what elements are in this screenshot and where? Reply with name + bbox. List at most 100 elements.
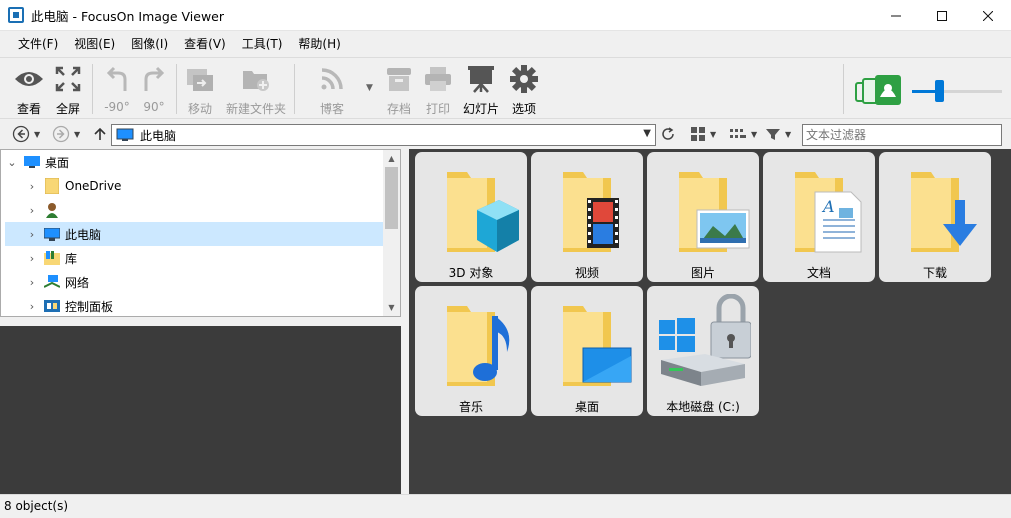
chevron-right-icon[interactable]: › [25, 228, 39, 241]
zoom-slider-thumb[interactable] [935, 80, 944, 102]
new-folder-icon [239, 62, 273, 96]
chevron-right-icon[interactable]: › [25, 276, 39, 289]
slideshow-label: 幻灯片 [462, 102, 499, 116]
menu-browse[interactable]: 查看(V) [176, 33, 234, 55]
move-icon [183, 62, 217, 96]
documents-folder-icon: A [771, 160, 867, 260]
move-button[interactable]: 移动 [178, 62, 222, 117]
fullscreen-button[interactable]: 全屏 [46, 62, 90, 117]
rotate-right-icon [137, 62, 171, 96]
tree-item-label: 此电脑 [65, 227, 102, 242]
rotate-right-button[interactable]: 90° [132, 62, 176, 114]
chevron-down-icon[interactable]: ⌄ [5, 156, 19, 169]
computer-icon [116, 128, 134, 141]
refresh-icon [662, 127, 674, 140]
scroll-down-icon[interactable]: ▼ [383, 299, 400, 316]
archive-button[interactable]: 存档 [377, 62, 421, 117]
chevron-right-icon[interactable]: › [25, 180, 39, 193]
refresh-button[interactable] [660, 124, 676, 144]
tree-item-libraries[interactable]: › 库 [25, 246, 383, 270]
tree-item-user[interactable]: › [25, 198, 383, 222]
back-dropdown-icon[interactable]: ▼ [34, 130, 40, 139]
grid-item-label: 文档 [806, 266, 831, 280]
tree-item-label: OneDrive [65, 179, 122, 193]
tree-item-label: 网络 [65, 275, 90, 290]
menu-tools[interactable]: 工具(T) [234, 33, 291, 55]
text-filter-input[interactable] [802, 124, 1002, 146]
path-dropdown-icon[interactable]: ▼ [643, 128, 651, 139]
menu-help[interactable]: 帮助(H) [290, 33, 348, 55]
gear-icon [507, 62, 541, 96]
back-button[interactable]: ▼ [12, 124, 40, 144]
filter-button[interactable]: ▼ [765, 124, 791, 144]
scrollbar-thumb[interactable] [385, 167, 398, 229]
maximize-button[interactable] [919, 0, 965, 31]
menu-image[interactable]: 图像(I) [123, 33, 176, 55]
sort-button[interactable]: ▼ [729, 124, 757, 144]
close-button[interactable] [965, 0, 1011, 31]
preview-pane [0, 326, 403, 494]
grid-item-desktop[interactable]: 桌面 [531, 286, 643, 416]
slideshow-icon [464, 62, 498, 96]
computer-icon [43, 226, 61, 242]
blog-dropdown-icon[interactable]: ▼ [366, 83, 373, 93]
view-button[interactable]: 查看 [7, 62, 51, 117]
tree-item-desktop[interactable]: ⌄ 桌面 [5, 150, 383, 174]
sort-dropdown-icon[interactable]: ▼ [751, 130, 757, 139]
svg-text:A: A [821, 197, 835, 216]
grid-item-label: 视频 [574, 266, 599, 280]
thumbnail-size-icon[interactable] [855, 73, 905, 110]
3d-objects-icon [423, 160, 519, 260]
new-folder-button[interactable]: 新建文件夹 [225, 62, 287, 117]
tree-item-network[interactable]: › 网络 [25, 270, 383, 294]
blog-button[interactable]: 博客 [310, 62, 354, 117]
status-text: 8 object(s) [4, 499, 69, 513]
view-mode-button[interactable]: ▼ [690, 124, 716, 144]
chevron-right-icon[interactable]: › [25, 252, 39, 265]
grid-item-videos[interactable]: 视频 [531, 152, 643, 282]
folder-icon [43, 178, 61, 194]
path-input[interactable]: 此电脑 ▼ [111, 124, 656, 146]
archive-icon [382, 62, 416, 96]
menu-view[interactable]: 视图(E) [66, 33, 123, 55]
grid-item-downloads[interactable]: 下载 [879, 152, 991, 282]
tree-item-control-panel[interactable]: › 控制面板 [25, 294, 383, 316]
grid-item-pictures[interactable]: 图片 [647, 152, 759, 282]
pane-splitter[interactable] [0, 317, 401, 326]
grid-item-label: 音乐 [458, 400, 483, 414]
tree-item-onedrive[interactable]: › OneDrive [25, 174, 383, 198]
forward-button[interactable]: ▼ [52, 124, 80, 144]
menu-bar: 文件(F) 视图(E) 图像(I) 查看(V) 工具(T) 帮助(H) [0, 31, 1011, 57]
downloads-folder-icon [887, 160, 983, 260]
up-button[interactable] [92, 124, 108, 144]
grid-item-label: 3D 对象 [448, 266, 494, 280]
menu-file[interactable]: 文件(F) [10, 33, 66, 55]
grid-item-3d-objects[interactable]: 3D 对象 [415, 152, 527, 282]
vertical-splitter[interactable] [401, 149, 409, 494]
forward-dropdown-icon[interactable]: ▼ [74, 130, 80, 139]
status-bar: 8 object(s) [0, 494, 1011, 518]
close-icon [983, 10, 993, 21]
toolbar-divider [176, 64, 177, 114]
filter-dropdown-icon[interactable]: ▼ [785, 130, 791, 139]
grid-item-local-disk[interactable]: 本地磁盘 (C:) [647, 286, 759, 416]
toolbar-divider [92, 64, 93, 114]
options-button[interactable]: 选项 [502, 62, 546, 117]
grid-item-music[interactable]: 音乐 [415, 286, 527, 416]
chevron-right-icon[interactable]: › [25, 300, 39, 313]
print-button[interactable]: 打印 [416, 62, 460, 117]
scroll-up-icon[interactable]: ▲ [383, 150, 400, 167]
grid-view-icon [691, 127, 705, 141]
title-bar: 此电脑 - FocusOn Image Viewer [0, 0, 1011, 31]
minimize-button[interactable] [873, 0, 919, 31]
tree-item-this-pc[interactable]: › 此电脑 [5, 222, 383, 246]
hard-drive-icon [655, 293, 752, 394]
tree-scrollbar[interactable]: ▲ ▼ [383, 150, 400, 316]
grid-item-documents[interactable]: A 文档 [763, 152, 875, 282]
network-icon [43, 274, 61, 290]
toolbar-divider [843, 64, 844, 114]
chevron-right-icon[interactable]: › [25, 204, 39, 217]
maximize-icon [937, 10, 947, 21]
view-mode-dropdown-icon[interactable]: ▼ [710, 130, 716, 139]
slideshow-button[interactable]: 幻灯片 [459, 62, 503, 117]
